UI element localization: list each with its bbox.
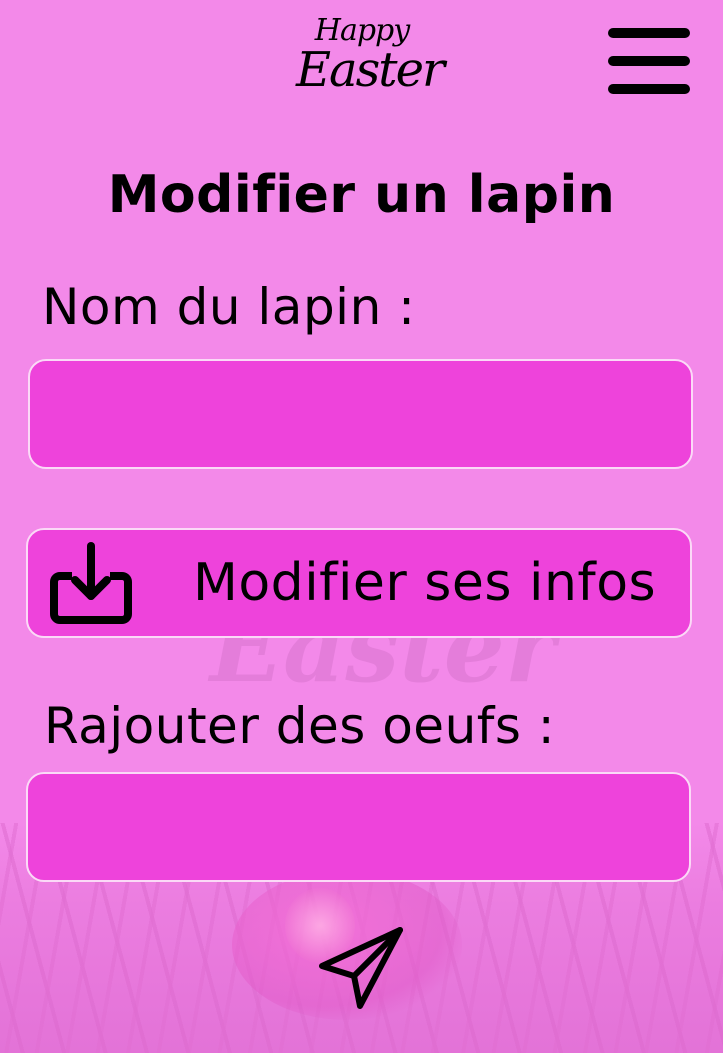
rabbit-name-label: Nom du lapin : — [42, 278, 416, 336]
paper-plane-icon[interactable] — [316, 924, 408, 1012]
menu-bar-middle — [608, 56, 690, 66]
hamburger-menu-icon[interactable] — [608, 28, 690, 94]
rabbit-name-input[interactable] — [28, 359, 693, 469]
add-eggs-input[interactable] — [26, 772, 691, 882]
page-title: Modifier un lapin — [107, 165, 616, 225]
happy-easter-logo[interactable]: Happy Easter — [296, 14, 445, 114]
menu-bar-top — [608, 28, 690, 38]
modify-info-button[interactable]: Modifier ses infos — [26, 528, 692, 638]
logo-line-2: Easter — [296, 42, 445, 98]
add-eggs-label: Rajouter des oeufs : — [44, 697, 556, 755]
modify-info-button-label: Modifier ses infos — [193, 553, 657, 613]
menu-bar-bottom — [608, 84, 690, 94]
download-icon — [50, 542, 132, 624]
